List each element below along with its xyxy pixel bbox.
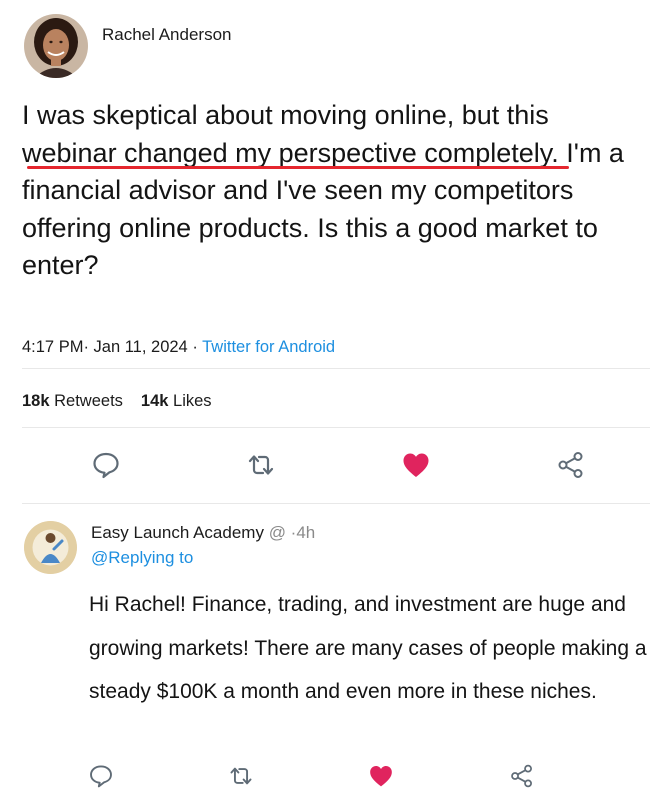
meta-separator: · bbox=[83, 338, 94, 356]
retweet-arrows-icon bbox=[230, 767, 252, 785]
avatar[interactable] bbox=[24, 14, 88, 78]
heart-icon bbox=[403, 453, 429, 477]
retweets-count[interactable]: 18k bbox=[22, 392, 50, 410]
reply-like-button[interactable] bbox=[368, 763, 394, 789]
author-name[interactable]: Rachel Anderson bbox=[102, 25, 231, 45]
heart-icon bbox=[370, 766, 392, 787]
divider bbox=[22, 368, 650, 369]
replying-to-link[interactable]: @Replying to bbox=[91, 548, 193, 568]
divider bbox=[22, 427, 650, 428]
retweet-arrows-icon bbox=[248, 455, 274, 475]
tweet-text-underlined: binar changed my perspective completely. bbox=[56, 137, 559, 168]
tweet-stats: 18k Retweets 14k Likes bbox=[22, 392, 212, 411]
like-button[interactable] bbox=[401, 450, 431, 480]
avatar-portrait-image bbox=[24, 14, 88, 78]
speech-bubble-icon bbox=[90, 765, 112, 788]
likes-label[interactable]: Likes bbox=[173, 392, 212, 410]
reply-author-name[interactable]: Easy Launch Academy bbox=[91, 523, 264, 542]
share-button[interactable] bbox=[556, 450, 586, 480]
reply-reply-button[interactable] bbox=[88, 763, 114, 789]
reply-avatar[interactable] bbox=[24, 521, 77, 574]
tweet-actions bbox=[0, 450, 668, 480]
reply-handle-time: @ ·4h bbox=[268, 523, 316, 542]
tweet-time: 4:17 PM bbox=[22, 338, 84, 356]
reply-text: Hi Rachel! Finance, trading, and investm… bbox=[89, 593, 647, 703]
reply-button[interactable] bbox=[91, 450, 121, 480]
divider bbox=[22, 503, 650, 504]
reply-author: Easy Launch Academy @ ·4h bbox=[91, 523, 315, 543]
tweet-meta: 4:17 PM· Jan 11, 2024 · Twitter for Andr… bbox=[22, 338, 335, 357]
tweet-card: Rachel Anderson I was skeptical about mo… bbox=[0, 0, 668, 803]
tweet-text: I was skeptical about moving online, but… bbox=[22, 97, 642, 285]
academy-logo-image bbox=[24, 521, 77, 574]
tweet-date: Jan 11, 2024 bbox=[93, 338, 188, 356]
share-icon bbox=[511, 764, 532, 788]
speech-bubble-icon bbox=[93, 452, 119, 479]
likes-count[interactable]: 14k bbox=[141, 392, 169, 410]
reply-share-button[interactable] bbox=[509, 763, 535, 789]
retweet-button[interactable] bbox=[246, 450, 276, 480]
retweets-label[interactable]: Retweets bbox=[54, 392, 123, 410]
tweet-source-link[interactable]: Twitter for Android bbox=[202, 338, 335, 356]
reply-actions bbox=[0, 763, 668, 793]
share-icon bbox=[558, 452, 583, 478]
reply-retweet-button[interactable] bbox=[228, 763, 254, 789]
meta-separator: · bbox=[187, 338, 203, 356]
